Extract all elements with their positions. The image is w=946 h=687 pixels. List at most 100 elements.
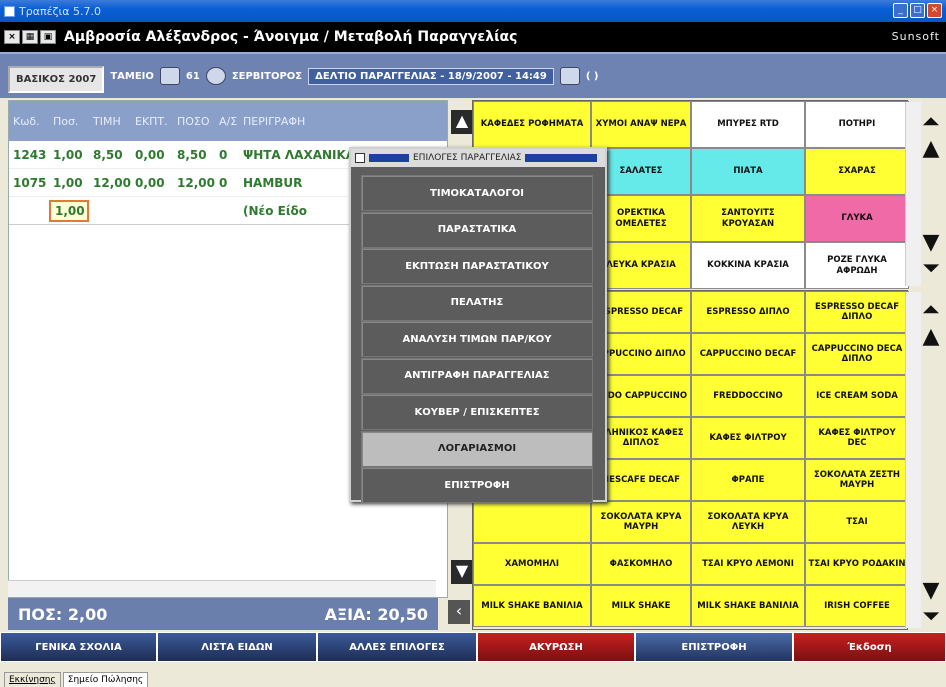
arrow-up-icon[interactable]: ▲ — [916, 134, 946, 164]
category-button[interactable]: ΧΥΜΟΙ ΑΝΑΨ ΝΕΡΑ — [591, 101, 691, 148]
totals-bar: ΠΟΣ: 2,00 ΑΞΙΑ: 20,50 — [8, 598, 438, 630]
catalog-button[interactable]: ΒΑΣΙΚΟΣ 2007 — [8, 65, 105, 93]
product-button[interactable]: ESPRESSO DECAF ΔΙΠΛΟ — [805, 291, 909, 333]
app-header: × ▦ ▣ Αμβροσία Αλέξανδρος - Άνοιγμα / Με… — [0, 22, 946, 52]
category-button[interactable]: ΜΠΥΡΕΣ RTD — [691, 101, 805, 148]
popup-option[interactable]: ΠΑΡΑΣΤΑΤΙΚΑ — [361, 211, 593, 248]
category-button[interactable]: ΚΑΦΕΔΕΣ ΡΟΦΗΜΑΤΑ — [473, 101, 591, 148]
page-left-icon[interactable]: ‹ — [448, 600, 470, 624]
product-button[interactable]: FREDDOCCINO — [691, 375, 805, 417]
popup-menu-icon[interactable] — [355, 153, 365, 163]
product-button[interactable]: ΚΑΦΕΣ ΦΙΛΤΡΟΥ — [691, 417, 805, 459]
cell-code: 1075 — [13, 175, 47, 190]
action-button[interactable]: ΛΙΣΤΑ ΕΙΔΩΝ — [157, 632, 317, 662]
waiter-label: ΣΕΡΒΙΤΟΡΟΣ — [231, 70, 303, 82]
cell-price: 12,00 — [93, 175, 131, 190]
col-header[interactable]: ΠΕΡΙΓΡΑΦΗ — [239, 115, 447, 128]
category-button[interactable]: ΚΟΚΚΙΝΑ ΚΡΑΣΙΑ — [691, 242, 805, 289]
close-button[interactable]: × — [927, 3, 942, 18]
cell-amount: 12,00 — [177, 175, 215, 190]
popup-option[interactable]: ΕΠΙΣΤΡΟΦΗ — [361, 467, 593, 503]
popup-option[interactable]: ΑΝΑΛΥΣΗ ΤΙΜΩΝ ΠΑΡ/ΚΟΥ — [361, 321, 593, 357]
cell-as: 0 — [219, 175, 228, 190]
col-header[interactable]: ΠΟΣΟ — [173, 115, 215, 128]
product-button[interactable]: ΣΟΚΟΛΑΤΑ ΚΡΥΑ ΛΕΥΚΗ — [691, 501, 805, 543]
category-button[interactable]: ΓΛΥΚΑ — [805, 195, 909, 242]
titlebar-stripe — [525, 154, 597, 162]
category-button[interactable]: ΡΟΖΕ ΓΛΥΚΑ ΑΦΡΩΔΗ — [805, 242, 909, 289]
col-header[interactable]: Κωδ. — [9, 115, 49, 128]
qty-input[interactable]: 1,00 — [49, 199, 89, 222]
arrow-up-icon[interactable]: ▲ — [916, 322, 946, 352]
action-button[interactable]: Έκδοση — [793, 632, 946, 662]
col-header[interactable]: ΕΚΠΤ. — [131, 115, 173, 128]
product-button[interactable] — [473, 501, 591, 543]
minimize-button[interactable]: _ — [893, 3, 908, 18]
col-header[interactable]: ΤΙΜΗ — [89, 115, 131, 128]
titlebar-stripe — [369, 154, 409, 162]
product-button[interactable]: MILK SHAKE ΒΑΝΙΛΙΑ — [473, 585, 591, 627]
cell-amount: 8,50 — [177, 147, 207, 162]
person-icon — [559, 67, 580, 85]
popup-option[interactable]: ΑΝΤΙΓΡΑΦΗ ΠΑΡΑΓΓΕΛΙΑΣ — [361, 357, 593, 394]
cell-discount: 0,00 — [135, 147, 165, 162]
product-button[interactable]: ΣΟΚΟΛΑΤΑ ΖΕΣΤΗ ΜΑΥΡΗ — [805, 459, 909, 501]
arrow-bottom-icon[interactable]: ⏷ — [916, 602, 946, 632]
scroll-down-icon[interactable]: ▼ — [451, 560, 473, 584]
table-number: 61 — [185, 70, 200, 82]
product-button[interactable]: MILK SHAKE — [591, 585, 691, 627]
product-button[interactable]: ΧΑΜΟΜΗΛΙ — [473, 543, 591, 585]
product-button[interactable]: ESPRESSO ΔΙΠΛΟ — [691, 291, 805, 333]
col-header[interactable]: Ποσ. — [49, 115, 89, 128]
product-button[interactable]: ΦΑΣΚΟΜΗΛΟ — [591, 543, 691, 585]
waiter-icon — [205, 67, 226, 85]
product-button[interactable]: ΣΟΚΟΛΑΤΑ ΚΡΥΑ ΜΑΥΡΗ — [591, 501, 691, 543]
product-button[interactable]: ΚΑΦΕΣ ΦΙΛΤΡΟΥ DEC — [805, 417, 909, 459]
tab-start[interactable]: Εκκίνησης — [4, 672, 61, 687]
grid-header: Κωδ. Ποσ. ΤΙΜΗ ΕΚΠΤ. ΠΟΣΟ Α/Σ ΠΕΡΙΓΡΑΦΗ — [9, 101, 447, 141]
category-button[interactable]: ΠΙΑΤΑ — [691, 148, 805, 195]
scroll-up-icon[interactable]: ▲ — [451, 110, 473, 134]
popup-option[interactable]: ΚΟΥΒΕΡ / ΕΠΙΣΚΕΠΤΕΣ — [361, 394, 593, 430]
category-button[interactable]: ΣΧΑΡΑΣ — [805, 148, 909, 195]
action-button[interactable]: ΑΚΥΡΩΣΗ — [477, 632, 635, 662]
bottom-action-bar: ΓΕΝΙΚΑ ΣΧΟΛΙΑ ΛΙΣΤΑ ΕΙΔΩΝ ΑΛΛΕΣ ΕΠΙΛΟΓΕΣ ΑΚ… — [0, 632, 946, 662]
product-button[interactable]: IRISH COFFEE — [805, 585, 909, 627]
product-button[interactable]: ΤΣΑΙ ΚΡΥΟ ΛΕΜΟΝΙ — [691, 543, 805, 585]
taskbar: Εκκίνησης Σημείο Πώλησης — [0, 664, 946, 687]
action-button[interactable]: ΑΛΛΕΣ ΕΠΙΛΟΓΕΣ — [317, 632, 477, 662]
product-button[interactable]: ΤΣΑΙ ΚΡΥΟ ΡΟΔΑΚΙΝ — [805, 543, 909, 585]
product-button[interactable]: CAPPUCCINO DECA ΔΙΠΛΟ — [805, 333, 909, 375]
cell-price: 8,50 — [93, 147, 123, 162]
cell-qty: 1,00 — [53, 147, 83, 162]
close-icon[interactable]: × — [4, 30, 20, 44]
total-value: ΑΞΙΑ: 20,50 — [324, 604, 428, 624]
window-titlebar: Τραπέζια 5.7.0 _ □ × — [0, 0, 946, 22]
product-button[interactable]: ICE CREAM SODA — [805, 375, 909, 417]
grid-icon[interactable]: ▦ — [22, 30, 38, 44]
window-icon[interactable]: ▣ — [40, 30, 56, 44]
product-button[interactable]: MILK SHAKE ΒΑΝΙΛΙΑ — [691, 585, 805, 627]
action-button[interactable]: ΓΕΝΙΚΑ ΣΧΟΛΙΑ — [0, 632, 157, 662]
col-header[interactable]: Α/Σ — [215, 115, 239, 128]
action-button[interactable]: ΕΠΙΣΤΡΟΦΗ — [635, 632, 793, 662]
info-bar: ΒΑΣΙΚΟΣ 2007 ΤΑΜΕΙΟ 61 ΣΕΡΒΙΤΟΡΟΣ ΔΕΛΤΙΟ… — [0, 52, 946, 98]
product-button[interactable]: CAPPUCCINO DECAF — [691, 333, 805, 375]
popup-option[interactable]: ΤΙΜΟΚΑΤΑΛΟΓΟΙ — [361, 175, 593, 211]
arrow-bottom-icon[interactable]: ⏷ — [916, 254, 946, 284]
category-button[interactable]: ΣΑΝΤΟΥΙΤΣ ΚΡΟΥΑΣΑΝ — [691, 195, 805, 242]
app-icon — [4, 5, 15, 17]
popup-option[interactable]: ΠΕΛΑΤΗΣ — [361, 284, 593, 321]
popup-option[interactable]: ΛΟΓΑΡΙΑΣΜΟΙ — [361, 430, 593, 467]
brand-logo: Sunsoft — [891, 30, 940, 43]
popup-titlebar[interactable]: ΕΠΙΛΟΓΕΣ ΠΑΡΑΓΓΕΛΙΑΣ — [351, 149, 605, 167]
popup-option[interactable]: ΕΚΠΤΩΣΗ ΠΑΡΑΣΤΑΤΙΚΟΥ — [361, 248, 593, 284]
horizontal-scrollbar[interactable] — [8, 580, 436, 597]
maximize-button[interactable]: □ — [910, 3, 925, 18]
category-button[interactable]: ΠΟΤΗΡΙ — [805, 101, 909, 148]
popup-title: ΕΠΙΛΟΓΕΣ ΠΑΡΑΓΓΕΛΙΑΣ — [413, 153, 522, 163]
tab-point-of-sale[interactable]: Σημείο Πώλησης — [62, 672, 149, 687]
order-options-popup: ΕΠΙΛΟΓΕΣ ΠΑΡΑΓΓΕΛΙΑΣ ΤΙΜΟΚΑΤΑΛΟΓΟΙ ΠΑΡΑΣΤ… — [349, 147, 607, 503]
product-button[interactable]: ΤΣΑΙ — [805, 501, 909, 543]
product-button[interactable]: ΦΡΑΠΕ — [691, 459, 805, 501]
